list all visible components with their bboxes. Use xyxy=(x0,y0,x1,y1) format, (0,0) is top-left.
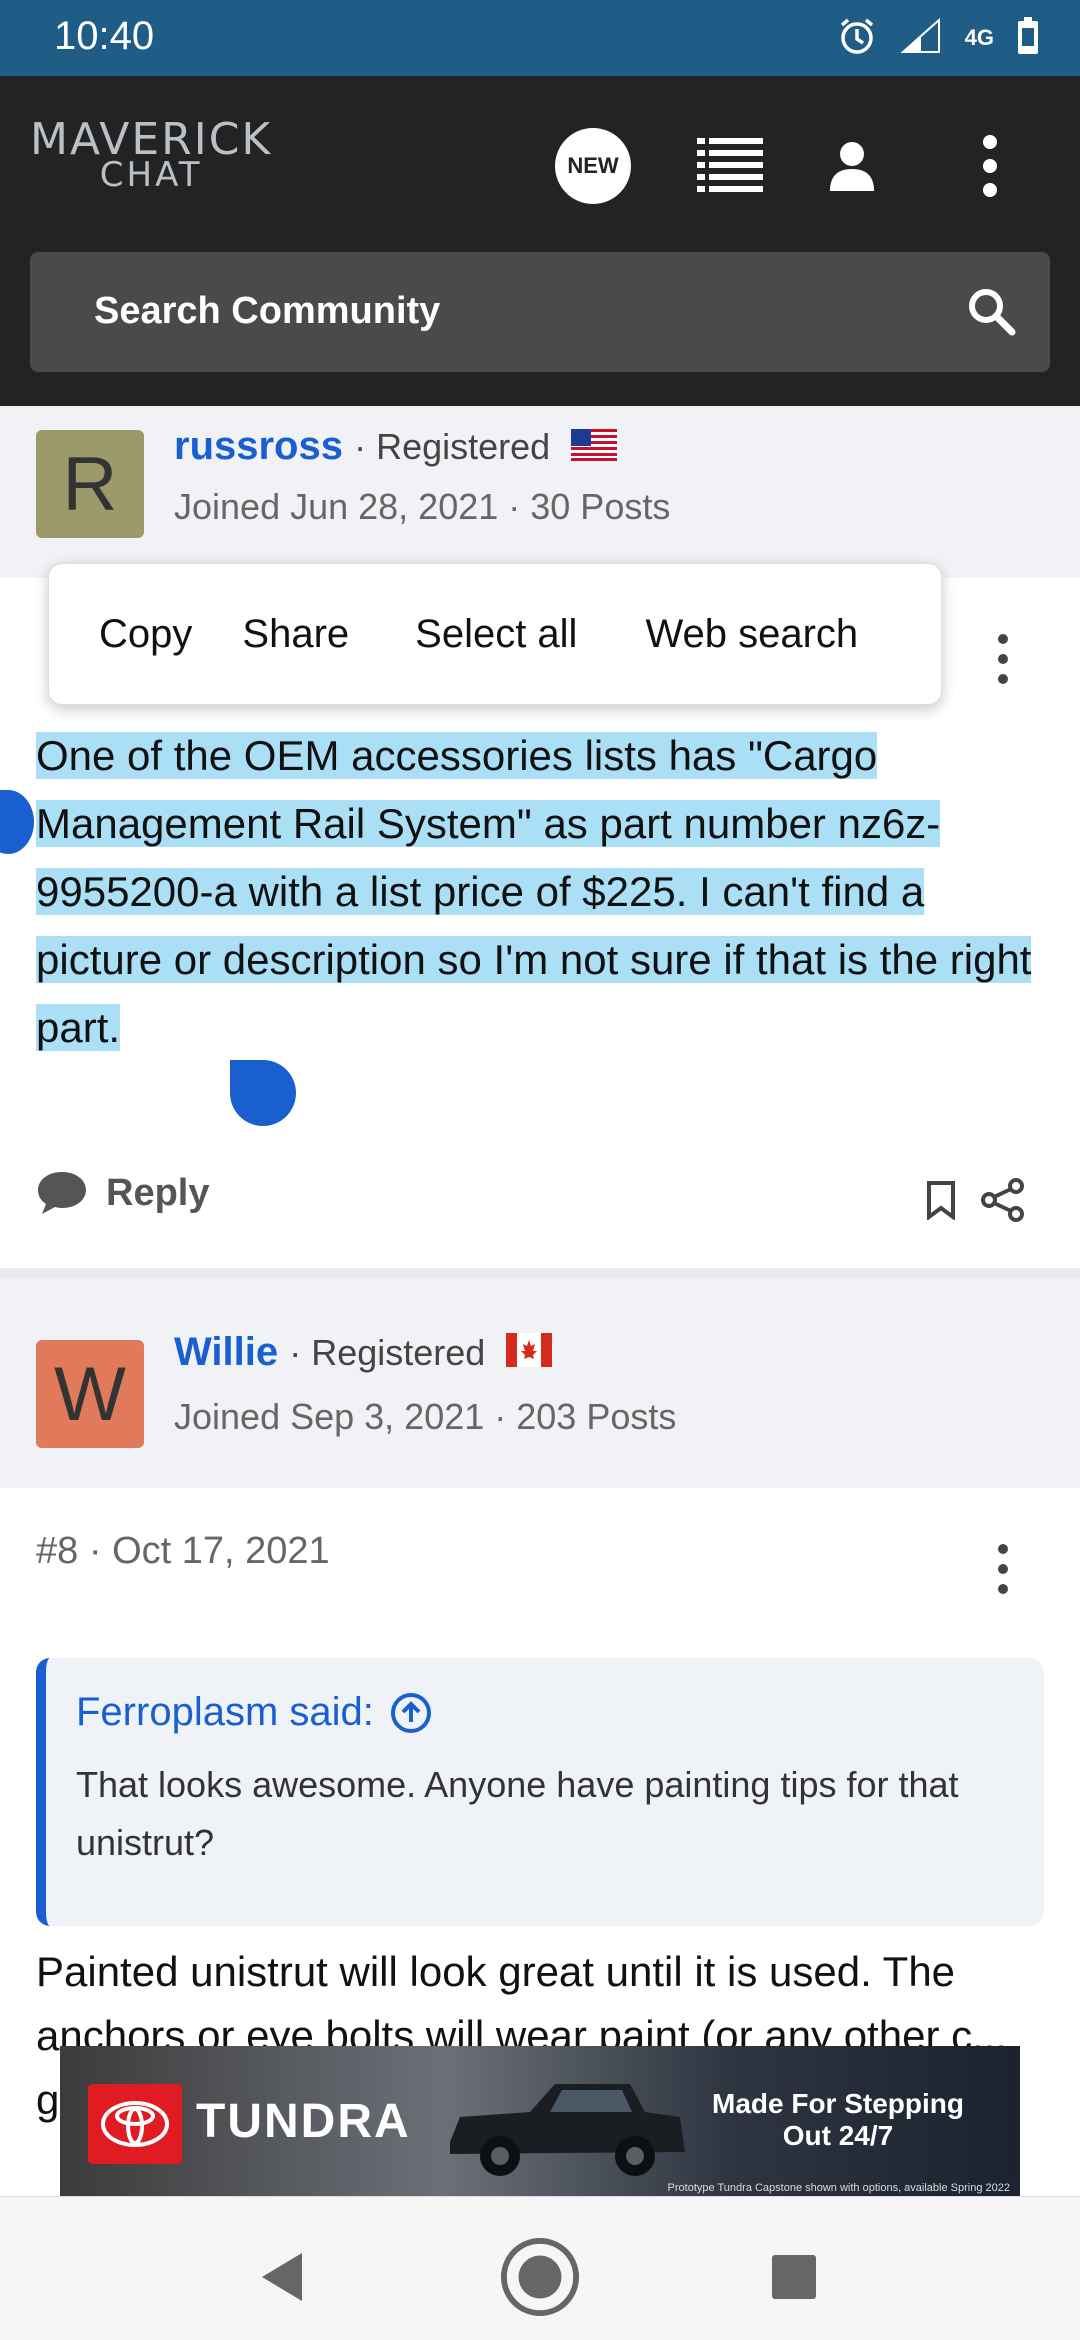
avatar[interactable]: R xyxy=(36,430,144,538)
system-nav-bar xyxy=(0,2196,1080,2340)
ad-tagline: Made For Stepping Out 24/7 xyxy=(712,2088,964,2151)
join-date: Joined Sep 3, 2021 xyxy=(174,1396,485,1437)
join-info: Joined Sep 3, 2021 · 203 Posts xyxy=(174,1396,677,1437)
more-menu-button[interactable] xyxy=(950,126,1030,206)
toyota-logo-icon xyxy=(88,2084,182,2164)
post-divider xyxy=(0,1268,1080,1278)
back-button[interactable] xyxy=(242,2237,322,2317)
menu-item-share[interactable]: Share xyxy=(192,612,349,657)
menu-item-web-search[interactable]: Web search xyxy=(577,612,858,657)
recents-button[interactable] xyxy=(754,2237,834,2317)
ca-flag-icon xyxy=(506,1332,553,1377)
post-body[interactable]: One of the OEM accessories lists has "Ca… xyxy=(36,722,1046,1062)
site-logo[interactable]: MAVERICK CHAT xyxy=(30,118,272,193)
ad-fine-print: Prototype Tundra Capstone shown with opt… xyxy=(667,2182,1010,2194)
menu-item-select-all[interactable]: Select all xyxy=(349,612,577,657)
arrow-up-circle-icon xyxy=(390,1692,431,1733)
new-posts-button[interactable]: NEW xyxy=(553,126,633,206)
more-icon xyxy=(983,135,997,197)
search-icon[interactable] xyxy=(966,286,1016,341)
post-number[interactable]: #8 xyxy=(36,1530,78,1572)
back-icon xyxy=(262,2253,302,2301)
username-link[interactable]: Willie xyxy=(174,1330,278,1374)
post-author-row: W Willie · Registered Joined Sep 3, 2021… xyxy=(0,1278,1080,1488)
post-count: 203 Posts xyxy=(516,1396,677,1437)
list-icon xyxy=(697,138,763,192)
status-bar: 10:40 4G xyxy=(0,0,1080,76)
truck-image-icon xyxy=(440,2072,690,2182)
home-button[interactable] xyxy=(500,2237,580,2317)
share-icon[interactable] xyxy=(980,1178,1026,1227)
site-header: MAVERICK CHAT NEW Search Community xyxy=(0,76,1080,406)
advertisement-banner[interactable]: TUNDRA Made For Stepping Out 24/7 Protot… xyxy=(60,2046,1020,2196)
author-line: russross · Registered xyxy=(174,424,618,471)
post-count: 30 Posts xyxy=(530,486,671,527)
author-line: Willie · Registered xyxy=(174,1330,553,1377)
status-icons: 4G xyxy=(837,14,1040,62)
quote-block: Ferroplasm said: That looks awesome. Any… xyxy=(36,1658,1044,1926)
network-type: 4G xyxy=(964,25,994,50)
join-date: Joined Jun 28, 2021 xyxy=(174,486,499,527)
clock: 10:40 xyxy=(54,14,155,58)
battery-icon xyxy=(1016,16,1040,61)
us-flag-icon xyxy=(571,426,618,471)
user-icon xyxy=(830,142,874,191)
comment-icon xyxy=(38,1172,86,1214)
post-options-icon[interactable] xyxy=(998,634,1010,694)
user-role: Registered xyxy=(376,426,551,467)
post-options-icon[interactable] xyxy=(998,1544,1010,1604)
post-date: Oct 17, 2021 xyxy=(112,1530,330,1572)
avatar[interactable]: W xyxy=(36,1340,144,1448)
bookmark-icon[interactable] xyxy=(926,1180,956,1225)
home-icon xyxy=(500,2237,580,2317)
list-button[interactable] xyxy=(690,126,770,206)
selected-text[interactable]: One of the OEM accessories lists has "Ca… xyxy=(36,732,1032,1051)
search-bar[interactable]: Search Community xyxy=(30,252,1050,372)
reply-button[interactable]: Reply xyxy=(36,1170,209,1216)
reply-label: Reply xyxy=(106,1171,210,1214)
join-info: Joined Jun 28, 2021 · 30 Posts xyxy=(174,486,671,527)
search-input[interactable]: Search Community xyxy=(94,290,440,333)
menu-item-copy[interactable]: Copy xyxy=(49,612,192,657)
quote-author: Ferroplasm said: xyxy=(76,1690,374,1734)
new-posts-icon: NEW xyxy=(555,128,631,204)
quote-author-link[interactable]: Ferroplasm said: xyxy=(76,1690,432,1735)
user-role: Registered xyxy=(311,1332,486,1373)
signal-icon xyxy=(899,17,943,59)
post-author-row: R russross · Registered Joined Jun 28, 2… xyxy=(0,406,1080,578)
account-button[interactable] xyxy=(812,126,892,206)
alarm-icon xyxy=(837,16,877,61)
quote-text: That looks awesome. Anyone have painting… xyxy=(76,1764,959,1863)
selection-end-handle[interactable] xyxy=(230,1060,296,1126)
post-meta: #8 · Oct 17, 2021 xyxy=(36,1530,330,1572)
text-selection-menu: Copy Share Select all Web search xyxy=(48,563,942,705)
recents-icon xyxy=(772,2255,816,2299)
ad-brand: TUNDRA xyxy=(196,2095,411,2148)
username-link[interactable]: russross xyxy=(174,424,343,468)
